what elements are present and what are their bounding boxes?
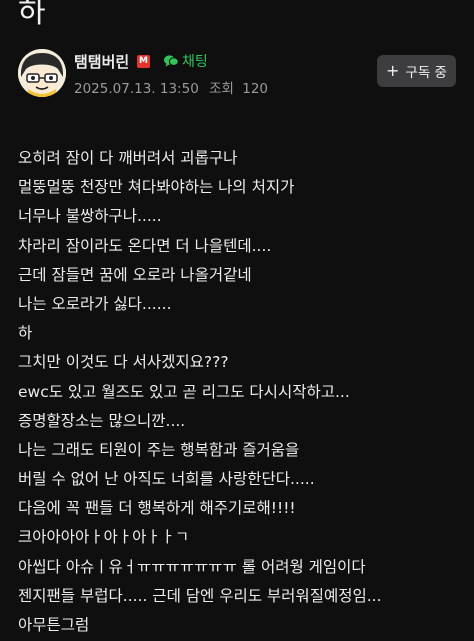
body-line: 증명할장소는 많으니깐.... (18, 411, 186, 430)
body-line: 근데 잠들면 꿈에 오로라 나올거같네 (18, 265, 252, 284)
body-line: 젠지팬들 부럽다..... 근데 담엔 우리도 부러워질예정임... (18, 586, 382, 605)
plus-icon: + (386, 61, 400, 80)
body-line: 나는 그래도 티원이 주는 행복함과 즐거움을 (18, 440, 300, 459)
chat-link[interactable]: 채팅 (163, 51, 208, 71)
views-count: 120 (242, 81, 269, 97)
post-body: 오히려 잠이 다 깨버려서 괴롭구나 멀뚱멀뚱 천장만 쳐다봐야하는 나의 처지… (18, 144, 468, 640)
membership-badge: M (137, 55, 150, 68)
body-line: 아무튼그럼 (18, 616, 90, 634)
avatar[interactable] (18, 49, 66, 97)
body-line: 그치만 이것도 다 서사겠지요??? (18, 353, 229, 372)
subscribe-label: 구독 중 (405, 65, 447, 81)
views-label: 조회 (209, 81, 234, 97)
body-line: 하 (18, 324, 33, 343)
author-name[interactable]: 탬탬버린 (74, 51, 129, 72)
body-line: 버릴 수 없어 난 아직도 너희를 사랑한단다..... (18, 470, 315, 489)
body-line: 멀뚱멀뚱 천장만 쳐다봐야하는 나의 처지가 (18, 178, 295, 197)
subscribe-button[interactable]: + 구독 중 (377, 55, 456, 87)
body-line: ewc도 있고 월즈도 있고 곧 리그도 다시시작하고... (18, 382, 350, 401)
chat-bubble-icon (164, 55, 179, 67)
cartoon-face-avatar-icon (18, 49, 66, 97)
body-line: 크아아아아ㅏ아ㅏ아ㅏㅏㄱ (18, 528, 190, 547)
body-line: 차라리 잠이라도 온다면 더 나을텐데.... (18, 236, 272, 255)
post-date: 2025.07.13. 13:50 (74, 81, 199, 97)
body-line: 나는 오로라가 싫다...... (18, 294, 172, 313)
post-meta: 2025.07.13. 13:50 조회 120 (74, 77, 268, 97)
chat-label: 채팅 (182, 54, 208, 70)
author-info: 탬탬버린 M 채팅 2025.07.13. 13:50 조회 120 + 구독 … (18, 44, 458, 106)
body-line: 너무나 불쌍하구나..... (18, 207, 162, 226)
post-title: 하 (18, 0, 46, 30)
body-line: 아씹다 아슈ㅣ유ㅓㅠㅠㅠㅠㅠㅠㅠ 롤 어려웡 게임이다 (18, 557, 366, 576)
body-line: 다음에 꼭 팬들 더 행복하게 해주기로해!!!! (18, 499, 296, 518)
body-line: 오히려 잠이 다 깨버려서 괴롭구나 (18, 149, 238, 167)
